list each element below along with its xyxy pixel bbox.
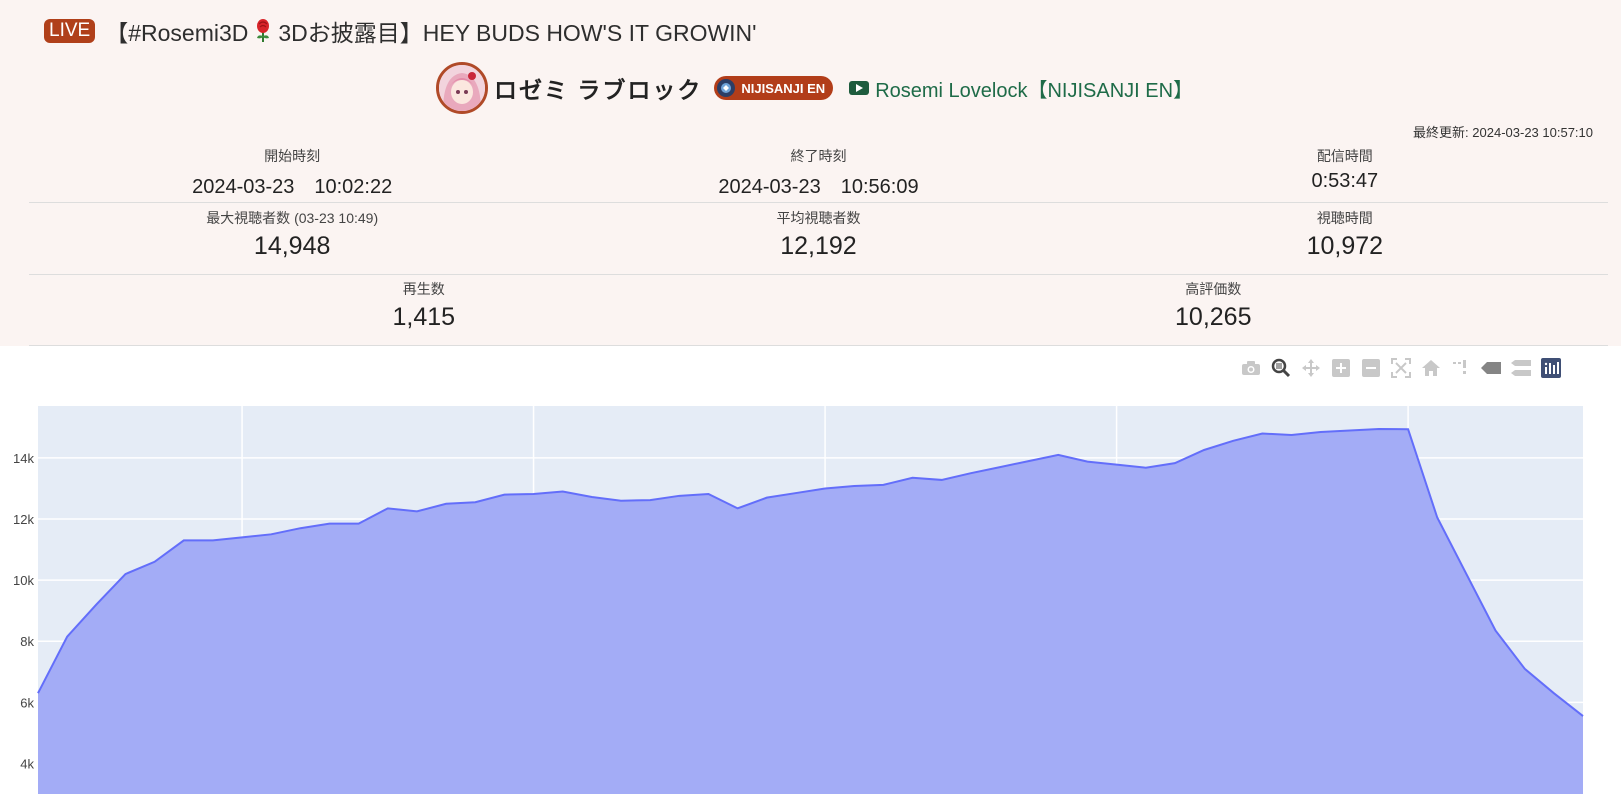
agency-logo-icon: [717, 79, 736, 97]
stat-value: 2024-03-23 10:02:22: [192, 176, 393, 198]
y-tick-label: 12k: [13, 512, 34, 527]
agency-badge[interactable]: NIJISANJI EN: [714, 76, 834, 100]
stat-value: 10,972: [1306, 232, 1384, 260]
avatar[interactable]: [436, 62, 488, 114]
stats-row-engagement: 再生数 1,415 高評価数 10,265: [29, 279, 1608, 346]
stat-label: 配信時間: [1316, 148, 1373, 164]
channel-row: ロゼミ ラブロック NIJISANJI EN Rosemi Lovelock【N…: [436, 60, 1193, 116]
stat-watch-time: 視聴時間 10,972: [1082, 208, 1608, 274]
youtube-channel-link[interactable]: Rosemi Lovelock【NIJISANJI EN】: [849, 74, 1193, 103]
stat-label: 視聴時間: [1316, 210, 1373, 226]
stat-value: 14,948: [253, 232, 331, 260]
stream-title[interactable]: 【#Rosemi3D 3Dお披露目】HEY BUDS HOW'S IT GROW…: [105, 14, 757, 48]
stat-avg-viewers: 平均視聴者数 12,192: [555, 208, 1081, 274]
y-tick-label: 4k: [20, 756, 34, 771]
live-badge: LIVE: [44, 19, 96, 43]
stats-row-time: 開始時刻 2024-03-23 10:02:22 終了時刻 2024-03-23…: [29, 146, 1608, 203]
stream-summary-panel: LIVE 【#Rosemi3D 3Dお披露目】HEY BUDS HOW'S IT…: [0, 0, 1621, 346]
stat-plays: 再生数 1,415: [29, 279, 819, 345]
stat-label: 開始時刻: [264, 148, 321, 164]
stat-label: 最大視聴者数 (03-23 10:49): [206, 210, 379, 226]
stream-title-suffix: 3Dお披露目】HEY BUDS HOW'S IT GROWIN': [278, 20, 757, 46]
youtube-channel-link-label: Rosemi Lovelock【NIJISANJI EN】: [875, 79, 1194, 102]
avatar-image: [439, 65, 485, 111]
stat-max-viewers: 最大視聴者数 (03-23 10:49) 14,948: [29, 208, 555, 274]
stat-value: 12,192: [780, 232, 857, 260]
stat-value: 0:53:47: [1311, 170, 1379, 192]
stat-start-time: 開始時刻 2024-03-23 10:02:22: [29, 146, 555, 202]
y-tick-label: 8k: [20, 634, 34, 649]
stat-label: 高評価数: [1185, 281, 1242, 297]
last-updated: 最終更新: 2024-03-23 10:57:10: [1413, 125, 1593, 140]
stat-label: 再生数: [402, 281, 445, 297]
stat-value: 2024-03-23 10:56:09: [718, 176, 919, 198]
youtube-icon: [849, 81, 870, 95]
y-tick-label: 10k: [13, 573, 34, 588]
stats-row-viewers: 最大視聴者数 (03-23 10:49) 14,948 平均視聴者数 12,19…: [29, 208, 1608, 275]
y-tick-label: 14k: [13, 451, 34, 466]
last-updated-label: 最終更新: [1413, 125, 1466, 140]
agency-badge-label: NIJISANJI EN: [741, 80, 826, 96]
stat-duration: 配信時間 0:53:47: [1082, 146, 1608, 202]
last-updated-value: 2024-03-23 10:57:10: [1472, 125, 1593, 140]
viewer-count-chart: 4k 6k 8k 10k 12k 14k: [13, 406, 1584, 794]
stat-value: 1,415: [392, 303, 456, 331]
stat-label: 平均視聴者数: [776, 210, 861, 226]
stat-likes: 高評価数 10,265: [819, 279, 1609, 345]
stream-title-row: LIVE 【#Rosemi3D 3Dお披露目】HEY BUDS HOW'S IT…: [44, 14, 757, 48]
stat-label: 終了時刻: [790, 148, 847, 164]
rose-icon: [257, 19, 270, 42]
y-tick-label: 6k: [20, 695, 34, 710]
stream-title-prefix: 【#Rosemi3D: [105, 20, 249, 46]
channel-name[interactable]: ロゼミ ラブロック: [494, 71, 702, 105]
stat-value: 10,265: [1175, 303, 1252, 331]
stat-end-time: 終了時刻 2024-03-23 10:56:09: [555, 146, 1081, 202]
